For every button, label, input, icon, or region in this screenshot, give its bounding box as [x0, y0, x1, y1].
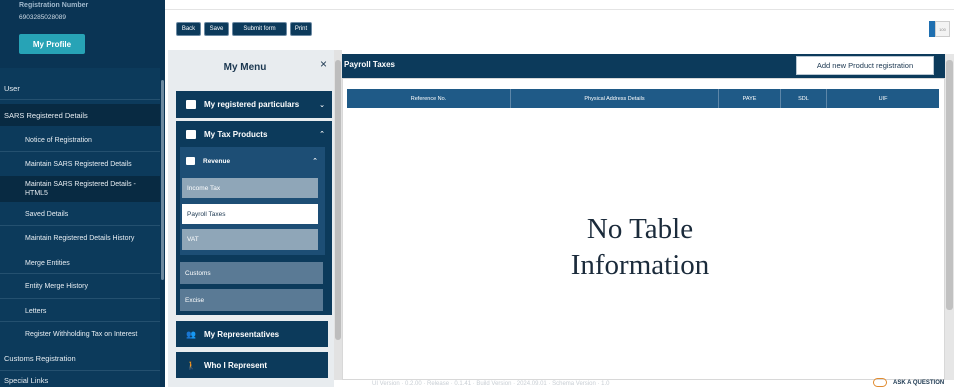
payroll-title: Payroll Taxes — [344, 60, 395, 69]
sidebar-divider — [0, 298, 160, 299]
menu-title: My Menu — [223, 62, 267, 73]
menu-scrollbar-thumb[interactable] — [335, 60, 341, 340]
registration-number: 6903285028089 — [19, 14, 66, 21]
menu-my-representatives[interactable]: 👥 My Representatives — [176, 321, 328, 347]
menu-item-excise[interactable]: Excise — [180, 289, 323, 311]
sidebar-item-registered-details-history[interactable]: Maintain Registered Details History — [0, 227, 160, 249]
print-button[interactable]: Print — [290, 22, 312, 36]
my-profile-button[interactable]: My Profile — [19, 34, 85, 54]
people-icon: 👥 — [186, 329, 196, 339]
registration-number-label: Registration Number — [19, 2, 89, 9]
close-icon[interactable]: × — [320, 57, 327, 71]
sidebar-scrollbar-thumb[interactable] — [161, 80, 164, 280]
sidebar-item-saved-details[interactable]: Saved Details — [0, 205, 160, 223]
sidebar-item-sars-registered-details[interactable]: SARS Registered Details — [0, 104, 160, 126]
sidebar-item-maintain-sars-details-html5[interactable]: Maintain SARS Registered Details - HTML5 — [0, 176, 160, 202]
submit-form-button[interactable]: Submit form — [232, 22, 287, 36]
chevron-up-icon: ⌃ — [319, 131, 325, 138]
sidebar-divider — [0, 321, 160, 322]
empty-message-line2: Information — [570, 249, 710, 281]
sidebar-item-maintain-sars-details[interactable]: Maintain SARS Registered Details — [0, 153, 160, 175]
sidebar-item-user[interactable]: User — [0, 80, 160, 96]
column-header-reference-no[interactable]: Reference No. — [347, 89, 511, 108]
sidebar-divider — [0, 151, 160, 152]
menu-item-vat[interactable]: VAT — [182, 229, 318, 250]
menu-who-i-represent-label: Who I Represent — [203, 360, 268, 370]
menu-item-payroll-taxes[interactable]: Payroll Taxes — [182, 204, 318, 224]
add-product-registration-button[interactable]: Add new Product registration — [796, 56, 934, 75]
folder-icon — [186, 129, 196, 139]
menu-registered-particulars-label: My registered particulars — [204, 100, 300, 109]
sidebar-item-entity-merge-history[interactable]: Entity Merge History — [0, 277, 160, 295]
chevron-up-icon: ⌃ — [312, 158, 318, 165]
menu-who-i-represent[interactable]: 🚶 Who I Represent — [176, 352, 328, 378]
menu-item-income-tax[interactable]: Income Tax — [182, 178, 318, 198]
sidebar-item-special-links[interactable]: Special Links — [0, 373, 160, 387]
menu-registered-particulars[interactable]: My registered particulars ⌄ — [176, 91, 332, 118]
sidebar-item-notice-of-registration[interactable]: Notice of Registration — [0, 131, 160, 149]
sidebar-divider — [0, 370, 160, 371]
column-header-uif[interactable]: UIF — [827, 89, 939, 108]
column-header-sdl[interactable]: SDL — [781, 89, 827, 108]
top-divider — [165, 9, 954, 10]
sidebar-item-withholding-tax[interactable]: Register Withholding Tax on Interest — [0, 323, 160, 345]
menu-revenue[interactable]: Revenue ⌃ — [180, 147, 325, 175]
chat-bubble-icon[interactable] — [873, 378, 887, 387]
sidebar-item-merge-entities[interactable]: Merge Entities — [0, 254, 160, 272]
person-icon: 🚶 — [186, 360, 196, 370]
empty-table-message: No Table Information — [510, 211, 770, 283]
sidebar-item-customs-registration[interactable]: Customs Registration — [0, 349, 160, 367]
save-button[interactable]: Save — [204, 22, 229, 36]
column-header-physical-address[interactable]: Physical Address Details — [511, 89, 719, 108]
wallet-icon — [186, 157, 195, 165]
menu-item-customs[interactable]: Customs — [180, 262, 323, 284]
sidebar-divider — [0, 225, 160, 226]
efiling-window: Registration Number 6903285028089 My Pro… — [0, 0, 954, 387]
chevron-down-icon: ⌄ — [319, 101, 325, 109]
sidebar-divider — [0, 273, 160, 274]
sidebar-item-letters[interactable]: Letters — [0, 302, 160, 320]
zoom-value[interactable]: 100 — [935, 21, 950, 37]
menu-my-representatives-label: My Representatives — [203, 329, 280, 339]
menu-revenue-label: Revenue — [203, 157, 231, 165]
content-scrollbar-thumb[interactable] — [946, 60, 953, 310]
menu-tax-products-header[interactable]: My Tax Products ⌃ — [176, 121, 332, 147]
column-header-paye[interactable]: PAYE — [719, 89, 781, 108]
menu-tax-products-label: My Tax Products — [204, 129, 268, 139]
empty-message-line1: No Table — [586, 213, 694, 245]
version-info: UI Version · 0.2.00 · Release · 0.1.41 ·… — [372, 381, 610, 387]
id-card-icon — [186, 100, 196, 109]
sidebar-divider — [0, 99, 160, 100]
ask-a-question-link[interactable]: ASK A QUESTION — [893, 380, 944, 386]
back-button[interactable]: Back — [176, 22, 201, 36]
